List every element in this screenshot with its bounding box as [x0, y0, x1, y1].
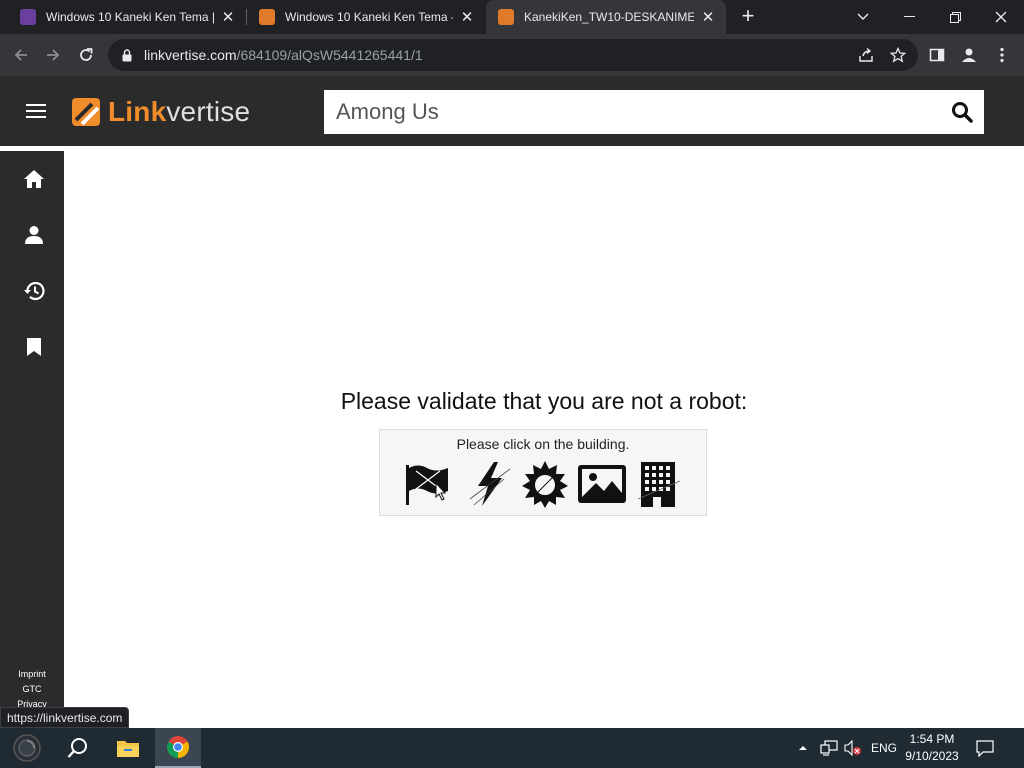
close-tab-icon[interactable]: ✕ [700, 9, 716, 26]
close-window-button[interactable] [978, 0, 1024, 34]
arrow-right-icon [47, 49, 60, 61]
tab-title: KanekiKen_TW10-DESKANIME.NE [524, 10, 694, 24]
reload-button[interactable] [73, 42, 99, 68]
tab-favicon [498, 9, 514, 25]
notification-icon [976, 739, 994, 757]
building-icon[interactable] [636, 459, 686, 509]
tab-favicon [259, 9, 275, 25]
volume-muted-icon[interactable] [844, 728, 862, 768]
share-icon [859, 47, 873, 62]
restore-icon [949, 11, 961, 23]
logo-text-vertise: vertise [166, 96, 251, 127]
arrow-left-icon [14, 49, 27, 61]
captcha-title: Please validate that you are not a robot… [340, 388, 748, 414]
clock-time: 1:54 PM [909, 732, 955, 746]
network-icon[interactable] [820, 728, 838, 768]
captcha-box: Please click on the building. [379, 429, 707, 516]
start-button[interactable] [6, 728, 48, 768]
chrome-icon [167, 736, 189, 758]
browser-tab[interactable]: Windows 10 Kaneki Ken Tema - c ✕ [247, 0, 485, 34]
bookmark-star-button[interactable] [885, 42, 911, 68]
tab-title: Windows 10 Kaneki Ken Tema | D [46, 10, 214, 24]
start-icon [13, 734, 41, 762]
logo-text-link: Link [108, 96, 167, 127]
kebab-menu-icon [1000, 47, 1004, 63]
logo-mark-icon [72, 98, 100, 126]
menu-button[interactable] [989, 42, 1015, 68]
back-button[interactable] [8, 42, 34, 68]
history-icon[interactable] [22, 279, 46, 303]
close-tab-icon[interactable]: ✕ [459, 9, 475, 26]
browser-toolbar: linkvertise.com/684109/alQsW5441265441/1 [0, 34, 1024, 76]
linkvertise-logo[interactable]: Linkvertise [70, 96, 250, 128]
gtc-link[interactable]: GTC [0, 682, 64, 697]
profile-icon [962, 48, 976, 62]
profile-button[interactable] [956, 42, 982, 68]
tab-search-button[interactable] [840, 0, 886, 34]
address-bar[interactable]: linkvertise.com/684109/alQsW5441265441/1 [108, 39, 918, 71]
close-icon [995, 11, 1007, 23]
status-url-tooltip: https://linkvertise.com [0, 707, 130, 728]
tab-title: Windows 10 Kaneki Ken Tema - c [285, 10, 453, 24]
new-tab-button[interactable]: + [737, 5, 759, 27]
chevron-up-icon [799, 746, 807, 750]
site-search-box [324, 90, 984, 134]
show-hidden-icons-button[interactable] [798, 728, 808, 768]
file-explorer-button[interactable] [106, 728, 150, 768]
tab-strip: Windows 10 Kaneki Ken Tema | D ✕ Windows… [0, 0, 1024, 34]
chevron-down-icon [857, 13, 869, 20]
clock-date: 9/10/2023 [905, 749, 959, 763]
chrome-taskbar-button[interactable] [155, 728, 201, 768]
reload-icon [80, 48, 93, 61]
url-path: /684109/alQsW5441265441/1 [236, 47, 423, 63]
imprint-link[interactable]: Imprint [0, 667, 64, 682]
hamburger-menu-icon[interactable] [26, 104, 46, 118]
tab-favicon [20, 9, 36, 25]
taskbar-search-icon [67, 738, 87, 758]
side-panel-button[interactable] [924, 42, 950, 68]
search-icon[interactable] [940, 90, 984, 134]
flag-icon[interactable] [402, 459, 452, 509]
clock[interactable]: 1:54 PM 9/10/2023 [898, 731, 966, 765]
restore-button[interactable] [932, 0, 978, 34]
taskbar: ENG 1:54 PM 9/10/2023 [0, 728, 1024, 768]
close-tab-icon[interactable]: ✕ [220, 9, 236, 26]
url-host: linkvertise.com [144, 47, 237, 63]
folder-icon [117, 741, 139, 757]
browser-tab-active[interactable]: KanekiKen_TW10-DESKANIME.NE ✕ [486, 0, 726, 34]
sun-icon[interactable] [520, 459, 570, 509]
search-button[interactable] [56, 728, 100, 768]
captcha-instruction: Please click on the building. [456, 436, 630, 452]
star-icon [890, 47, 906, 63]
minimize-icon [903, 16, 915, 17]
site-header: Linkvertise [0, 76, 1024, 146]
side-panel-icon [929, 48, 945, 62]
sidebar-footer-links: Imprint GTC Privacy [0, 667, 64, 712]
bookmark-icon[interactable] [22, 335, 46, 359]
image-icon[interactable] [576, 459, 626, 509]
lock-icon[interactable] [122, 48, 134, 62]
lightning-icon[interactable] [464, 459, 514, 509]
share-button[interactable] [853, 42, 879, 68]
browser-tab[interactable]: Windows 10 Kaneki Ken Tema | D ✕ [8, 0, 246, 34]
home-icon[interactable] [22, 167, 46, 191]
language-indicator[interactable]: ENG [871, 728, 897, 768]
user-icon[interactable] [22, 223, 46, 247]
minimize-button[interactable] [886, 0, 932, 34]
notifications-button[interactable] [976, 728, 994, 768]
forward-button[interactable] [40, 42, 66, 68]
search-input[interactable] [324, 90, 940, 134]
sidebar: Imprint GTC Privacy [0, 151, 64, 728]
main-content: Please validate that you are not a robot… [64, 146, 1024, 728]
